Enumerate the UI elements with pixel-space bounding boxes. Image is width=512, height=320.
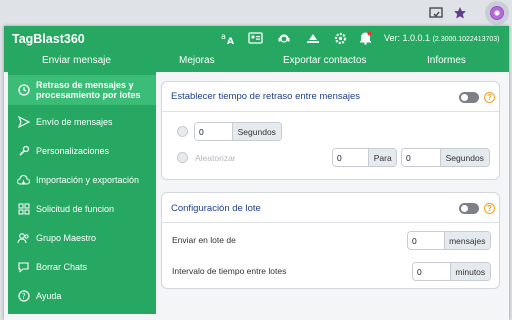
svg-text:a: a: [221, 32, 226, 41]
settings-icon[interactable]: [332, 30, 348, 46]
batch-card: Configuración de lote ? Enviar en lote d…: [161, 192, 500, 289]
random-delay-unit: Segundos: [439, 149, 489, 166]
delay-card-title: Establecer tiempo de retraso entre mensa…: [171, 91, 361, 102]
fixed-delay-input-group: 0 Segundos: [194, 122, 282, 141]
sidebar-item-delay-batch[interactable]: Retraso de mensajes y procesamiento por …: [8, 75, 156, 105]
batch-card-title: Configuración de lote: [171, 203, 261, 214]
sidebar-item-borrar-chats[interactable]: Borrar Chats: [8, 259, 156, 275]
wrench-icon: [17, 145, 30, 158]
random-to-input-group: 0 Segundos: [401, 148, 490, 167]
batch-interval-input[interactable]: 0: [413, 263, 450, 280]
batch-interval-label: Intervalo de tiempo entre lotes: [172, 266, 287, 276]
sidebar-item-personalizaciones[interactable]: Personalizaciones: [8, 143, 156, 159]
sidebar-item-envio[interactable]: Envío de mensajes: [8, 114, 156, 130]
fixed-delay-input[interactable]: 0: [195, 123, 232, 140]
chat-icon: [17, 261, 30, 274]
delay-card: Establecer tiempo de retraso entre mensa…: [161, 81, 500, 180]
broadcast-icon[interactable]: [305, 30, 321, 46]
version-number: Ver: 1.0.0.1: [384, 33, 431, 43]
cloud-icon: [17, 174, 30, 187]
nav-informes[interactable]: Informes: [427, 55, 466, 66]
star-icon[interactable]: [452, 5, 468, 21]
sidebar-item-label: Personalizaciones: [36, 146, 110, 156]
fixed-delay-radio[interactable]: [177, 126, 188, 137]
svg-text:A: A: [227, 37, 234, 45]
grid-icon: [17, 203, 30, 216]
sidebar-item-grupo-maestro[interactable]: Grupo Maestro: [8, 230, 156, 246]
sidebar-item-importacion[interactable]: Importación y exportación: [8, 172, 156, 188]
version-label: Ver: 1.0.0.1 (2.3000.1022413703): [384, 33, 500, 43]
sidebar-item-label: Retraso de mensajes y procesamiento por …: [36, 80, 141, 100]
notification-bell-icon[interactable]: [357, 30, 373, 46]
sidebar-item-ayuda[interactable]: ? Ayuda: [8, 288, 156, 304]
batch-help-icon[interactable]: ?: [484, 203, 495, 214]
batch-size-input[interactable]: 0: [408, 232, 444, 249]
batch-size-unit: mensajes: [443, 232, 490, 249]
translate-icon[interactable]: aA: [220, 30, 236, 46]
random-from-input-group: 0 Para: [332, 148, 397, 167]
extension-popup: TagBlast360 aA Ver: 1.0.0.1 (2.3000.1022…: [4, 26, 509, 320]
randomize-label: Aleatorizar: [195, 153, 236, 163]
browser-toolbar: [0, 0, 512, 26]
delay-help-icon[interactable]: ?: [484, 92, 495, 103]
support-icon[interactable]: [276, 30, 292, 46]
nav-mejoras[interactable]: Mejoras: [179, 55, 215, 66]
batch-interval-input-group: 0 minutos: [412, 262, 491, 281]
batch-size-label: Enviar en lote de: [172, 235, 236, 245]
help-icon: ?: [17, 290, 30, 303]
cast-icon[interactable]: [428, 5, 444, 21]
header-bar: TagBlast360 aA Ver: 1.0.0.1 (2.3000.1022…: [4, 26, 509, 72]
sidebar-item-label: Envío de mensajes: [36, 117, 113, 127]
svg-text:?: ?: [21, 292, 25, 301]
sidebar-item-label: Solicitud de funcion: [36, 204, 115, 214]
send-icon: [17, 116, 30, 129]
delay-toggle[interactable]: [459, 92, 479, 103]
batch-size-input-group: 0 mensajes: [407, 231, 491, 250]
batch-interval-unit: minutos: [449, 263, 490, 280]
nav-enviar-mensaje[interactable]: Enviar mensaje: [42, 55, 111, 66]
extension-icon[interactable]: [485, 1, 509, 25]
divider: [162, 111, 499, 112]
sidebar-item-label: Borrar Chats: [36, 262, 88, 272]
sidebar: Retraso de mensajes y procesamiento por …: [8, 72, 156, 314]
main-nav: Enviar mensaje Mejoras Exportar contacto…: [4, 52, 509, 72]
clock-icon: [17, 84, 30, 97]
random-from-input[interactable]: 0: [333, 149, 369, 166]
divider: [162, 222, 499, 223]
version-build: (2.3000.1022413703): [432, 36, 500, 43]
sidebar-item-label: Grupo Maestro: [36, 233, 97, 243]
batch-toggle[interactable]: [459, 203, 479, 214]
random-to-input[interactable]: 0: [402, 149, 440, 166]
sidebar-item-label: Ayuda: [36, 291, 62, 301]
contact-card-icon[interactable]: [247, 30, 263, 46]
users-icon: [17, 232, 30, 245]
brand-title: TagBlast360: [12, 32, 85, 46]
nav-exportar-contactos[interactable]: Exportar contactos: [283, 55, 366, 66]
random-to-label: Para: [368, 149, 396, 166]
randomize-radio[interactable]: [177, 152, 188, 163]
sidebar-item-solicitud[interactable]: Solicitud de funcion: [8, 201, 156, 217]
sidebar-item-label: Importación y exportación: [36, 175, 140, 185]
fixed-delay-unit: Segundos: [231, 123, 281, 140]
